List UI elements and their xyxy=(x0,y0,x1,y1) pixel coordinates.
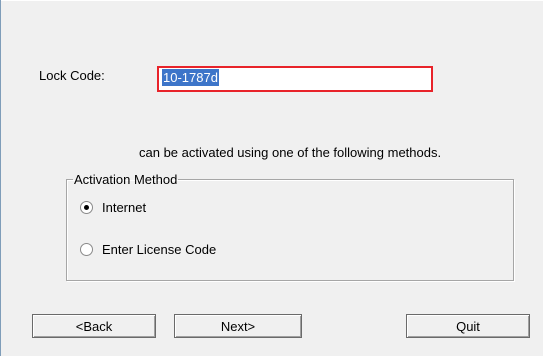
activation-instruction: can be activated using one of the follow… xyxy=(139,145,442,160)
radio-option-license-code[interactable]: Enter License Code xyxy=(80,242,216,257)
radio-dot-icon xyxy=(84,205,89,210)
activation-method-legend: Activation Method xyxy=(74,172,178,187)
lock-code-label: Lock Code: xyxy=(39,68,105,83)
lock-code-field[interactable]: 10-1787d xyxy=(157,66,433,92)
next-button[interactable]: Next> xyxy=(174,314,302,338)
activation-method-group: Activation Method xyxy=(66,172,514,281)
radio-label-internet[interactable]: Internet xyxy=(102,200,146,215)
dialog-top-edge xyxy=(0,0,543,1)
radio-label-license-code[interactable]: Enter License Code xyxy=(102,242,216,257)
radio-button-checked[interactable] xyxy=(80,201,93,214)
radio-button-unchecked[interactable] xyxy=(80,243,93,256)
lock-code-value[interactable]: 10-1787d xyxy=(162,69,219,86)
back-button[interactable]: <Back xyxy=(32,314,156,338)
radio-option-internet[interactable]: Internet xyxy=(80,200,146,215)
quit-button[interactable]: Quit xyxy=(406,314,530,338)
dialog-left-edge xyxy=(0,0,1,356)
